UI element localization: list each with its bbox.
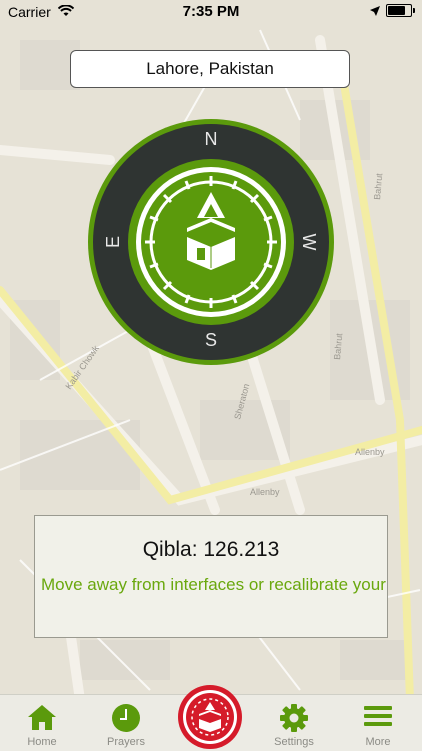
tab-settings-label: Settings xyxy=(274,736,314,748)
clock-time: 7:35 PM xyxy=(182,3,240,20)
tab-settings[interactable]: Settings xyxy=(259,695,329,751)
tab-qibla[interactable] xyxy=(177,684,243,750)
battery-icon xyxy=(386,4,415,17)
location-label: Lahore, Pakistan xyxy=(146,59,274,78)
map-label: Allenby xyxy=(250,487,280,497)
tab-home[interactable]: Home xyxy=(7,695,77,751)
qibla-compass: N S E W xyxy=(88,119,334,365)
tab-home-label: Home xyxy=(27,736,57,748)
kaaba-icon xyxy=(187,218,235,270)
calibration-message: Move away from interfaces or recalibrate… xyxy=(41,575,387,594)
clock-icon xyxy=(112,704,140,732)
compass-west-label: W xyxy=(299,234,319,251)
tab-prayers[interactable]: Prayers xyxy=(91,695,161,751)
qibla-heading: Qibla: 126.213 xyxy=(142,538,280,561)
compass-east-label: E xyxy=(103,236,123,248)
qibla-info-panel: Qibla: 126.213 Move away from interfaces… xyxy=(34,515,388,638)
location-field[interactable]: Lahore, Pakistan xyxy=(70,50,350,88)
location-arrow-icon xyxy=(370,5,380,16)
menu-icon xyxy=(364,706,392,726)
tab-more[interactable]: More xyxy=(343,695,413,751)
tab-more-label: More xyxy=(365,736,391,748)
compass-south-label: S xyxy=(205,330,217,350)
home-icon xyxy=(28,705,56,730)
gear-icon xyxy=(280,704,308,732)
map-label: Allenby xyxy=(355,447,385,457)
status-bar: Carrier 7:35 PM xyxy=(0,0,422,24)
tab-prayers-label: Prayers xyxy=(107,736,145,748)
compass-north-label: N xyxy=(205,129,218,149)
